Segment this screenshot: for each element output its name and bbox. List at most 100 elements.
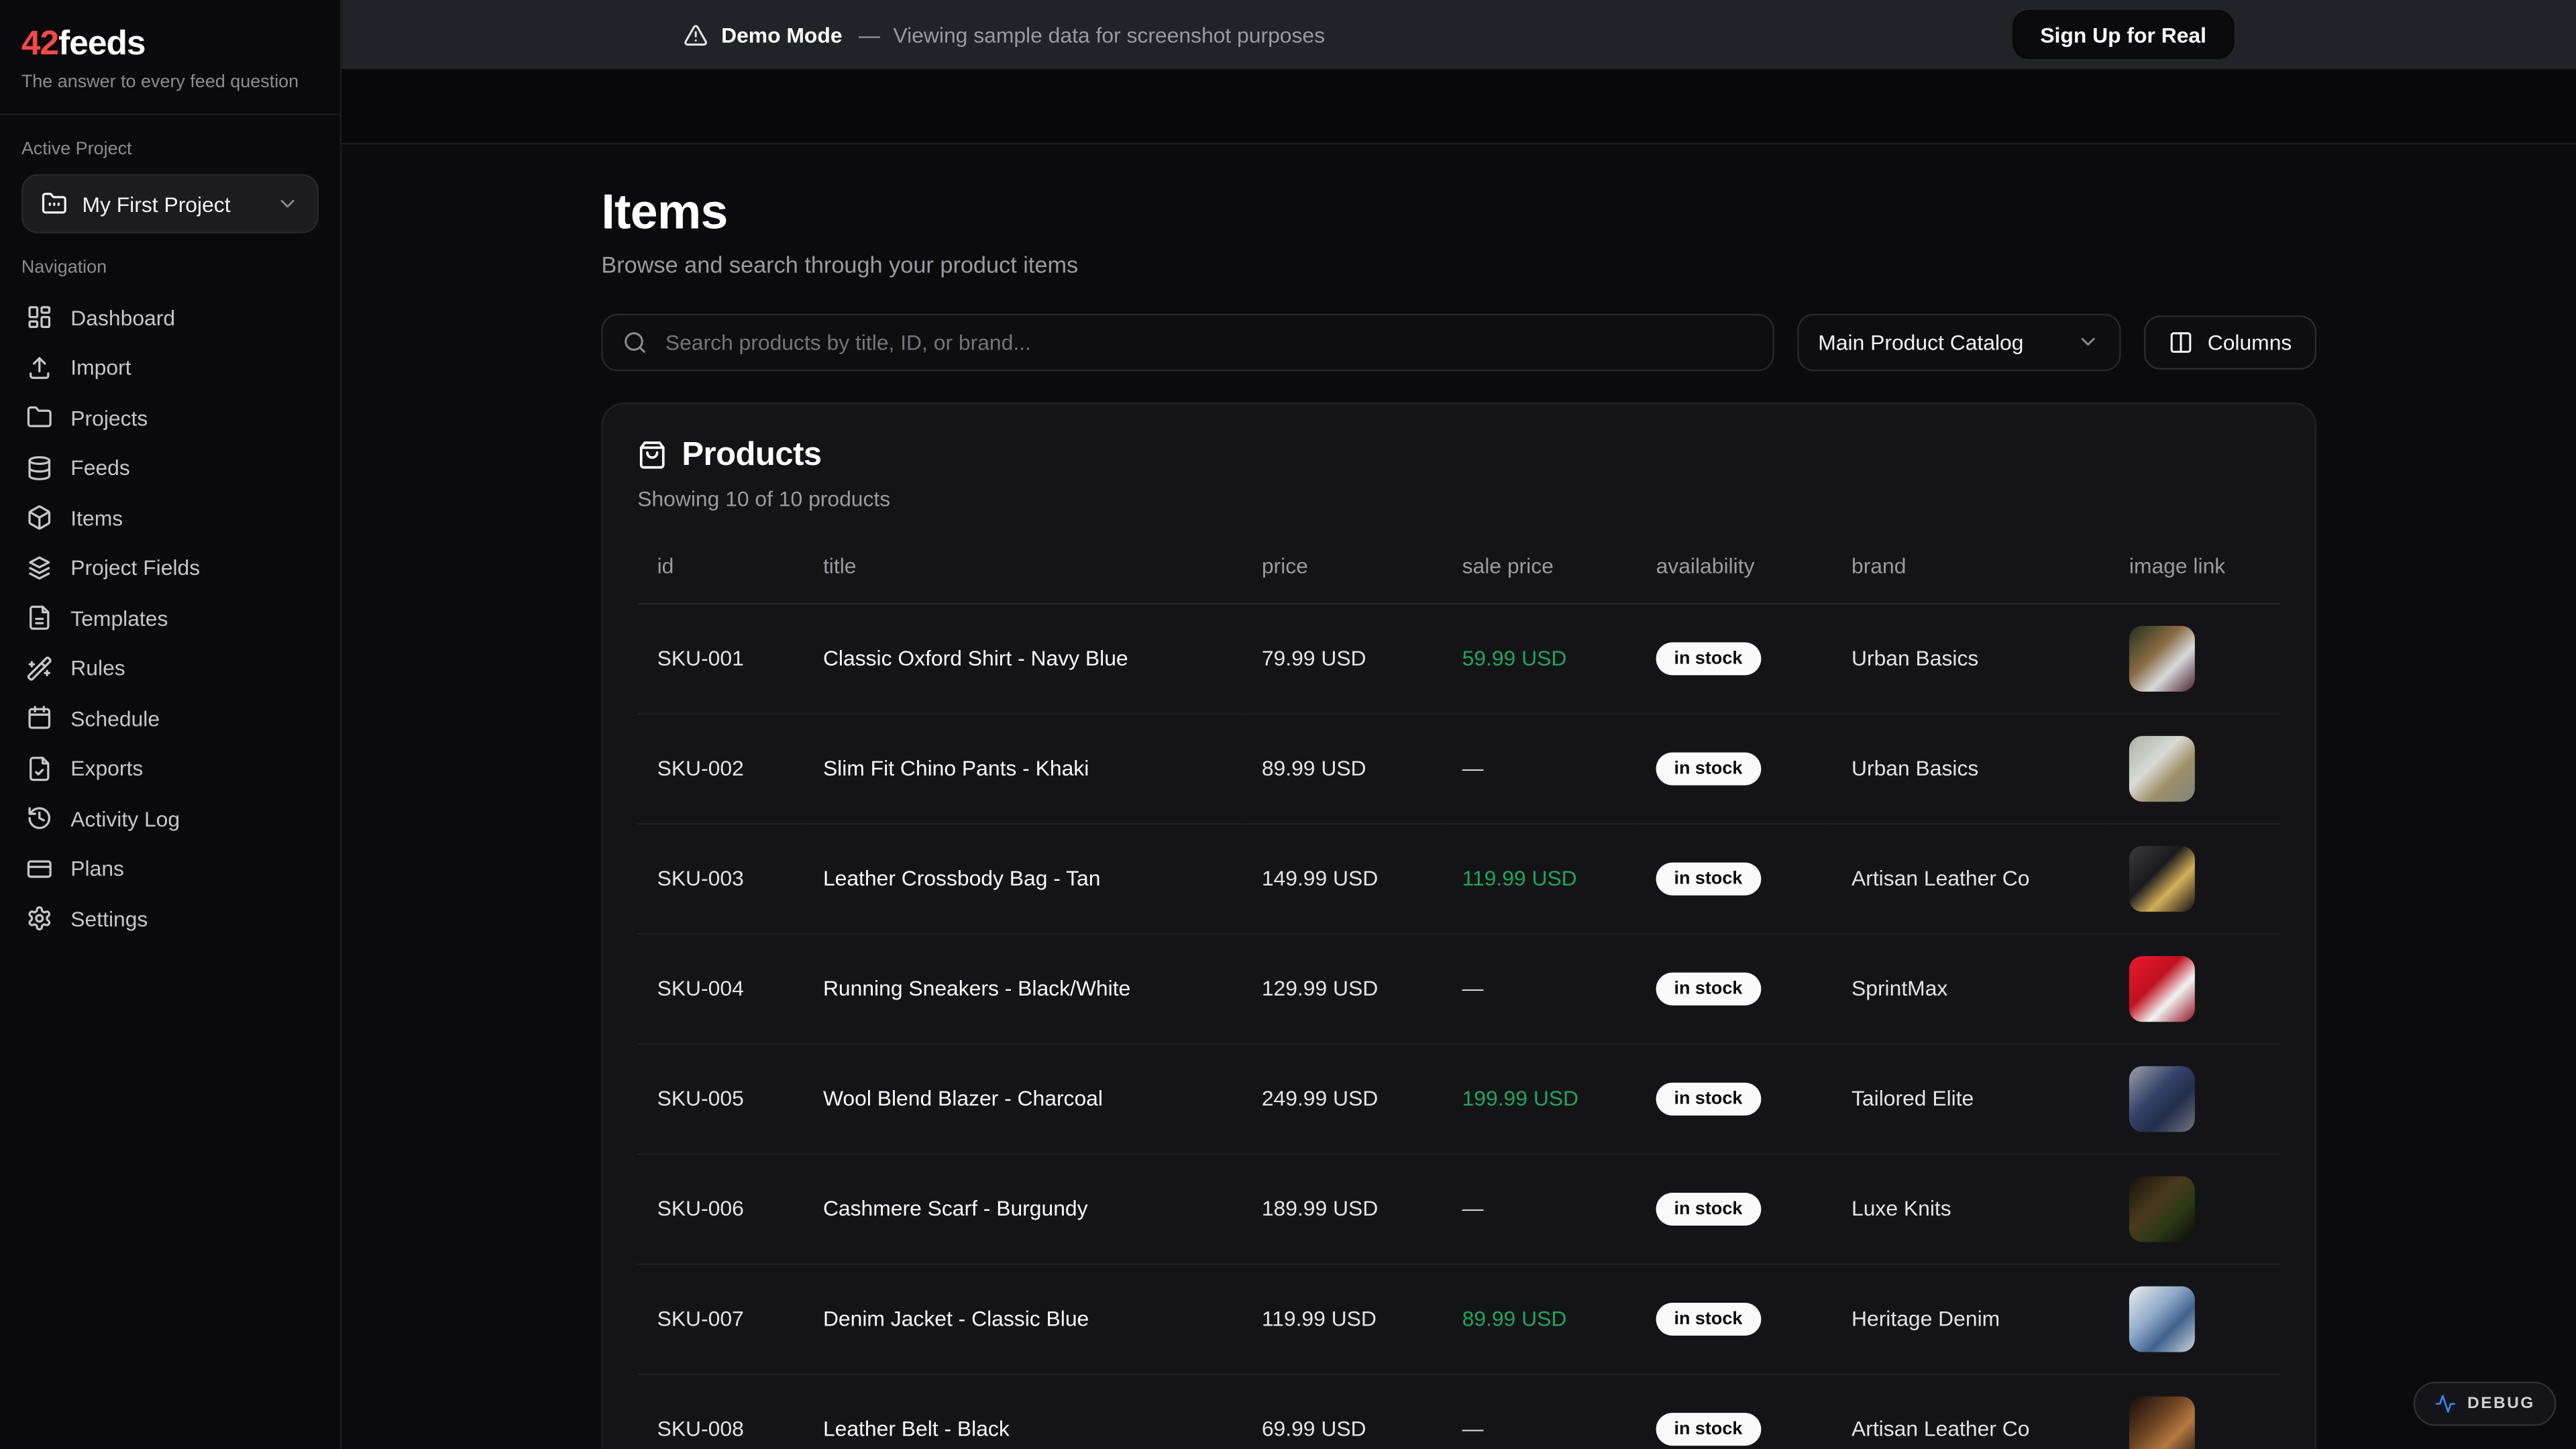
columns-button[interactable]: Columns	[2143, 315, 2316, 369]
search-input[interactable]	[662, 328, 1752, 356]
cell-brand: Heritage Denim	[1832, 1263, 2110, 1373]
sidebar-item-label: Rules	[70, 656, 125, 681]
warning-triangle-icon	[684, 22, 708, 47]
cell-sale-price: —	[1442, 1373, 1636, 1449]
sidebar-item-label: Activity Log	[70, 806, 180, 831]
cell-brand: Luxe Knits	[1832, 1153, 2110, 1263]
cell-image-link	[2109, 1263, 2280, 1373]
cell-id: SKU-002	[637, 713, 803, 823]
chevron-down-icon	[276, 193, 299, 215]
cell-availability: in stock	[1636, 713, 1831, 823]
logo-rest: feeds	[58, 25, 145, 62]
sidebar-item-exports[interactable]: Exports	[21, 744, 319, 794]
banner-separator: —	[859, 22, 880, 47]
products-card-title: Products	[682, 436, 821, 474]
availability-badge: in stock	[1656, 1302, 1761, 1335]
file-text-icon	[26, 605, 52, 631]
column-header-availability: availability	[1636, 533, 1831, 603]
sidebar-item-plans[interactable]: Plans	[21, 844, 319, 894]
banner-message-group: Demo Mode — Viewing sample data for scre…	[684, 22, 1325, 47]
sidebar-item-schedule[interactable]: Schedule	[21, 694, 319, 744]
sidebar-item-activity-log[interactable]: Activity Log	[21, 794, 319, 844]
cell-title: Classic Oxford Shirt - Navy Blue	[804, 603, 1242, 713]
shopping-bag-icon	[637, 440, 667, 470]
folder-icon	[41, 191, 67, 217]
column-header-brand: brand	[1832, 533, 2110, 603]
cell-sale-price: 119.99 USD	[1442, 823, 1636, 933]
layout-dashboard-icon	[26, 305, 52, 331]
sidebar-item-items[interactable]: Items	[21, 493, 319, 543]
sidebar-item-rules[interactable]: Rules	[21, 643, 319, 694]
sidebar-item-templates[interactable]: Templates	[21, 594, 319, 644]
sidebar-item-label: Dashboard	[70, 305, 175, 330]
credit-card-icon	[26, 856, 52, 882]
product-image-thumbnail-denim-jacket-model	[2129, 1285, 2195, 1351]
cell-price: 129.99 USD	[1242, 933, 1442, 1043]
cell-title: Denim Jacket - Classic Blue	[804, 1263, 1242, 1373]
sidebar-item-projects[interactable]: Projects	[21, 393, 319, 443]
sidebar-item-settings[interactable]: Settings	[21, 894, 319, 945]
table-row: SKU-002Slim Fit Chino Pants - Khaki89.99…	[637, 713, 2280, 823]
cell-id: SKU-001	[637, 603, 803, 713]
table-row: SKU-001Classic Oxford Shirt - Navy Blue7…	[637, 603, 2280, 713]
cell-brand: Urban Basics	[1832, 713, 2110, 823]
table-row: SKU-004Running Sneakers - Black/White129…	[637, 933, 2280, 1043]
sidebar-item-dashboard[interactable]: Dashboard	[21, 292, 319, 343]
sidebar-item-label: Plans	[70, 857, 124, 881]
availability-badge: in stock	[1656, 1192, 1761, 1225]
table-row: SKU-006Cashmere Scarf - Burgundy189.99 U…	[637, 1153, 2280, 1263]
columns-button-label: Columns	[2208, 329, 2292, 354]
product-image-thumbnail-red-running-sneaker	[2129, 955, 2195, 1021]
cell-price: 189.99 USD	[1242, 1153, 1442, 1263]
feed-selector[interactable]: Main Product Catalog	[1796, 313, 2120, 371]
cell-availability: in stock	[1636, 933, 1831, 1043]
cell-image-link	[2109, 713, 2280, 823]
controls-row: Main Product Catalog Columns	[601, 313, 2316, 371]
products-count-subtitle: Showing 10 of 10 products	[637, 486, 2280, 511]
main-area: Demo Mode — Viewing sample data for scre…	[341, 0, 2576, 1449]
package-icon	[26, 505, 52, 531]
cell-image-link	[2109, 823, 2280, 933]
logo-accent: 42	[21, 25, 58, 62]
cell-image-link	[2109, 603, 2280, 713]
product-image-thumbnail-khaki-chino-pants	[2129, 735, 2195, 801]
products-table: idtitlepricesale priceavailabilitybrandi…	[637, 533, 2280, 1449]
table-header-row: idtitlepricesale priceavailabilitybrandi…	[637, 533, 2280, 603]
banner-inner: Demo Mode — Viewing sample data for scre…	[684, 10, 2235, 59]
sidebar: 42feeds The answer to every feed questio…	[0, 0, 341, 1449]
availability-badge: in stock	[1656, 1412, 1761, 1445]
cell-sale-price: —	[1442, 1153, 1636, 1263]
products-card-header: Products	[637, 436, 2280, 474]
table-row: SKU-003Leather Crossbody Bag - Tan149.99…	[637, 823, 2280, 933]
cell-id: SKU-004	[637, 933, 803, 1043]
cell-id: SKU-006	[637, 1153, 803, 1263]
sidebar-item-label: Schedule	[70, 706, 160, 731]
availability-badge: in stock	[1656, 641, 1761, 674]
project-selector[interactable]: My First Project	[21, 174, 319, 233]
cell-price: 89.99 USD	[1242, 713, 1442, 823]
product-image-thumbnail-leather-belt-closeup	[2129, 1395, 2195, 1449]
sidebar-item-import[interactable]: Import	[21, 343, 319, 393]
sidebar-item-label: Project Fields	[70, 556, 200, 581]
cell-availability: in stock	[1636, 1373, 1831, 1449]
cell-brand: SprintMax	[1832, 933, 2110, 1043]
availability-badge: in stock	[1656, 1082, 1761, 1115]
sidebar-item-project-fields[interactable]: Project Fields	[21, 543, 319, 594]
upload-icon	[26, 355, 52, 381]
content-area: Items Browse and search through your pro…	[341, 145, 2576, 1449]
page-title: Items	[601, 187, 2316, 239]
app-tagline: The answer to every feed question	[21, 72, 319, 92]
sign-up-button[interactable]: Sign Up for Real	[2012, 10, 2235, 59]
wand-icon	[26, 655, 52, 682]
sidebar-item-feeds[interactable]: Feeds	[21, 443, 319, 493]
active-project-label: Active Project	[21, 140, 319, 160]
cell-title: Leather Crossbody Bag - Tan	[804, 823, 1242, 933]
app-logo: 42feeds	[21, 23, 319, 64]
search-box	[601, 313, 1774, 371]
cell-sale-price: 59.99 USD	[1442, 603, 1636, 713]
feed-selector-value: Main Product Catalog	[1818, 329, 2023, 354]
debug-button[interactable]: DEBUG	[2413, 1382, 2556, 1426]
sidebar-item-label: Projects	[70, 406, 148, 431]
calendar-icon	[26, 706, 52, 732]
cell-price: 249.99 USD	[1242, 1043, 1442, 1153]
